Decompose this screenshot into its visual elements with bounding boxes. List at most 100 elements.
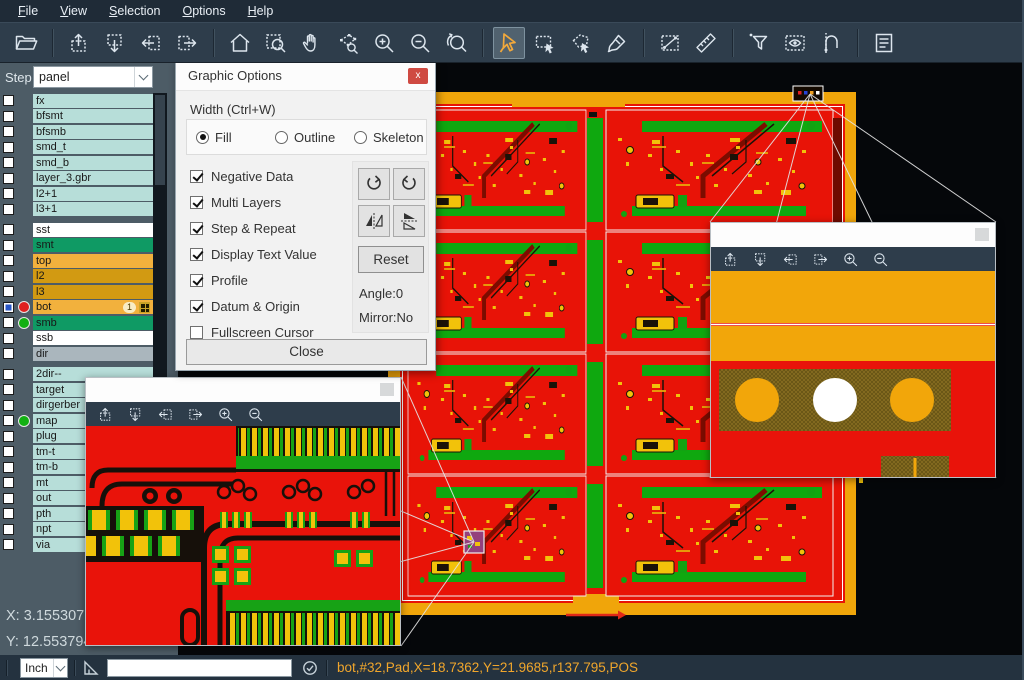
layer-row-layer_3.gbr[interactable]: layer_3.gbr — [0, 171, 178, 187]
layer-row-smd_b[interactable]: smd_b — [0, 155, 178, 171]
zoom-previous-icon[interactable] — [440, 27, 472, 59]
layer-visibility-checkbox[interactable] — [3, 224, 14, 235]
layer-color-bar[interactable]: smd_b — [33, 156, 153, 170]
layer-row-bfsmt[interactable]: bfsmt — [0, 109, 178, 125]
radio-icon[interactable] — [196, 131, 209, 144]
checkbox-datum-origin[interactable]: Datum & Origin — [190, 293, 317, 319]
menu-item-file[interactable]: File — [8, 2, 48, 20]
layer-visibility-checkbox[interactable] — [3, 286, 14, 297]
pan-up-icon[interactable] — [94, 403, 116, 425]
radio-icon[interactable] — [275, 131, 288, 144]
radio-icon[interactable] — [354, 131, 367, 144]
rect-select-icon[interactable] — [529, 27, 561, 59]
layer-visibility-checkbox[interactable] — [3, 400, 14, 411]
report-icon[interactable] — [868, 27, 900, 59]
layer-color-bar[interactable]: top — [33, 254, 153, 268]
window-button[interactable] — [975, 228, 989, 241]
layer-visibility-checkbox[interactable] — [3, 348, 14, 359]
zoom-in-icon[interactable] — [839, 248, 861, 270]
checkbox-icon[interactable] — [190, 300, 203, 313]
layer-color-bar[interactable]: l3 — [33, 285, 153, 299]
layer-visibility-checkbox[interactable] — [3, 111, 14, 122]
ruler-icon[interactable] — [690, 27, 722, 59]
pan-right-icon[interactable] — [184, 403, 206, 425]
select-arrow-icon[interactable] — [493, 27, 525, 59]
layer-visibility-checkbox[interactable] — [3, 493, 14, 504]
layer-row-ssb[interactable]: ssb — [0, 331, 178, 347]
layer-row-l3[interactable]: l3 — [0, 284, 178, 300]
layer-color-bar[interactable]: bfsmt — [33, 109, 153, 123]
layer-color-bar[interactable]: sst — [33, 223, 153, 237]
layer-visibility-checkbox[interactable] — [3, 271, 14, 282]
layer-visibility-checkbox[interactable] — [3, 539, 14, 550]
layer-visibility-checkbox[interactable] — [3, 142, 14, 153]
layer-color-bar[interactable]: fx — [33, 94, 153, 108]
radio-outline[interactable]: Outline — [275, 130, 345, 145]
layer-color-bar[interactable]: bfsmb — [33, 125, 153, 139]
pan-right-icon[interactable] — [809, 248, 831, 270]
checkbox-icon[interactable] — [190, 170, 203, 183]
layer-visibility-checkbox[interactable] — [3, 173, 14, 184]
layer-visibility-checkbox[interactable] — [3, 524, 14, 535]
layer-row-bot[interactable]: bot1 — [0, 300, 178, 316]
layer-visibility-checkbox[interactable] — [3, 255, 14, 266]
checkbox-multi-layers[interactable]: Multi Layers — [190, 189, 317, 215]
zoom-in-icon[interactable] — [214, 403, 236, 425]
grid-icon[interactable] — [139, 302, 150, 313]
layer-row-fx[interactable]: fx — [0, 93, 178, 109]
mirror-horizontal-button[interactable] — [358, 205, 390, 237]
magnifier-left-canvas[interactable] — [86, 426, 400, 645]
layer-visibility-checkbox[interactable] — [3, 415, 14, 426]
magnifier-right-canvas[interactable] — [711, 271, 995, 477]
chevron-down-icon[interactable] — [53, 659, 67, 677]
zoom-out-icon[interactable] — [244, 403, 266, 425]
layer-visibility-checkbox[interactable] — [3, 462, 14, 473]
layer-row-smt[interactable]: smt — [0, 238, 178, 254]
poly-select-icon[interactable] — [565, 27, 597, 59]
menu-item-selection[interactable]: Selection — [99, 2, 170, 20]
pan-right-icon[interactable] — [171, 27, 203, 59]
zoom-out-icon[interactable] — [869, 248, 891, 270]
command-input[interactable] — [107, 659, 292, 677]
unit-select[interactable]: Inch — [20, 658, 68, 678]
layer-color-bar[interactable]: ssb — [33, 331, 153, 345]
magnifier-right-titlebar[interactable] — [711, 223, 995, 247]
layer-row-smd_t[interactable]: smd_t — [0, 140, 178, 156]
layer-row-l2[interactable]: l2 — [0, 269, 178, 285]
close-icon[interactable]: x — [408, 68, 428, 84]
layer-visibility-checkbox[interactable] — [3, 369, 14, 380]
checkbox-icon[interactable] — [190, 248, 203, 261]
pan-hand-icon[interactable] — [296, 27, 328, 59]
layer-row-dir[interactable]: dir — [0, 346, 178, 362]
view-area-icon[interactable] — [779, 27, 811, 59]
checkbox-icon[interactable] — [190, 274, 203, 287]
layer-row-l2+1[interactable]: l2+1 — [0, 186, 178, 202]
checkbox-step-repeat[interactable]: Step & Repeat — [190, 215, 317, 241]
checkbox-icon[interactable] — [190, 196, 203, 209]
layer-color-bar[interactable]: l2 — [33, 269, 153, 283]
layer-visibility-checkbox[interactable] — [3, 446, 14, 457]
checkbox-icon[interactable] — [190, 326, 203, 339]
layer-visibility-checkbox[interactable] — [3, 333, 14, 344]
checkbox-profile[interactable]: Profile — [190, 267, 317, 293]
rotate-ccw-button[interactable] — [393, 168, 425, 200]
layer-visibility-checkbox[interactable] — [3, 302, 14, 313]
net-trace-icon[interactable] — [815, 27, 847, 59]
radio-skeleton[interactable]: Skeleton — [354, 130, 424, 145]
pan-left-icon[interactable] — [135, 27, 167, 59]
layer-row-bfsmb[interactable]: bfsmb — [0, 124, 178, 140]
magnifier-window-left[interactable] — [85, 377, 401, 646]
brush-icon[interactable] — [601, 27, 633, 59]
layer-color-bar[interactable]: bot1 — [33, 300, 153, 314]
rotate-cw-button[interactable] — [358, 168, 390, 200]
pan-down-icon[interactable] — [99, 27, 131, 59]
menu-item-help[interactable]: Help — [238, 2, 284, 20]
measure-diagonal-icon[interactable] — [654, 27, 686, 59]
layer-visibility-checkbox[interactable] — [3, 188, 14, 199]
confirm-icon[interactable] — [300, 658, 320, 678]
layer-visibility-checkbox[interactable] — [3, 126, 14, 137]
layer-visibility-checkbox[interactable] — [3, 431, 14, 442]
window-button[interactable] — [380, 383, 394, 396]
zoom-out-icon[interactable] — [404, 27, 436, 59]
chevron-down-icon[interactable] — [134, 67, 152, 87]
